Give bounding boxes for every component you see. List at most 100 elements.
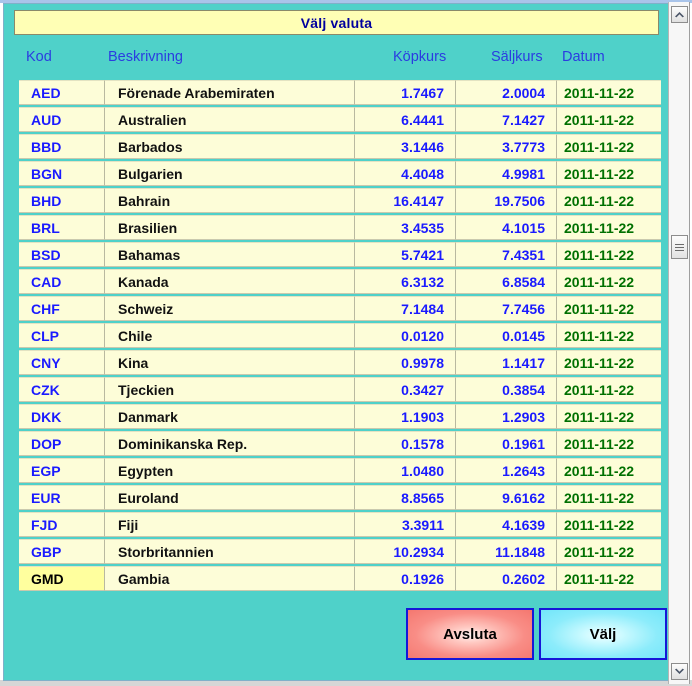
cell-sell-rate: 6.8584 xyxy=(455,269,556,294)
cell-sell-rate: 7.1427 xyxy=(455,107,556,132)
cell-sell-rate: 0.2602 xyxy=(455,566,556,591)
cell-buy-rate: 1.7467 xyxy=(354,80,455,105)
cell-buy-rate: 7.1484 xyxy=(354,296,455,321)
cell-currency-description: Chile xyxy=(104,323,354,348)
cell-currency-description: Kina xyxy=(104,350,354,375)
scrollbar-thumb[interactable] xyxy=(671,235,688,259)
cell-date: 2011-11-22 xyxy=(556,512,661,537)
cell-currency-code: GMD xyxy=(19,566,104,591)
cell-currency-code: BHD xyxy=(19,188,104,213)
select-currency-dialog: Välj valuta Kod Beskrivning Köpkurs Sälj… xyxy=(3,3,669,681)
table-row[interactable]: AUD Australien 6.4441 7.1427 2011-11-22 xyxy=(19,107,662,133)
column-header-sell-rate: Säljkurs xyxy=(491,49,543,65)
table-row[interactable]: EGP Egypten 1.0480 1.2643 2011-11-22 xyxy=(19,458,662,484)
select-button[interactable]: Välj xyxy=(539,608,667,660)
cell-buy-rate: 0.3427 xyxy=(354,377,455,402)
cell-sell-rate: 4.9981 xyxy=(455,161,556,186)
scroll-down-button[interactable] xyxy=(671,663,688,680)
cell-currency-code: AED xyxy=(19,80,104,105)
cell-date: 2011-11-22 xyxy=(556,188,661,213)
table-row[interactable]: DOP Dominikanska Rep. 0.1578 0.1961 2011-11-… xyxy=(19,431,662,457)
cell-date: 2011-11-22 xyxy=(556,350,661,375)
vertical-scrollbar[interactable] xyxy=(668,2,690,684)
cell-currency-code: DKK xyxy=(19,404,104,429)
table-row[interactable]: AED Förenade Arabemiraten 1.7467 2.0004 2011… xyxy=(19,80,662,106)
table-row[interactable]: FJD Fiji 3.3911 4.1639 2011-11-22 xyxy=(19,512,662,538)
cell-currency-code: CHF xyxy=(19,296,104,321)
cell-currency-code: CAD xyxy=(19,269,104,294)
table-row[interactable]: EUR Euroland 8.8565 9.6162 2011-11-22 xyxy=(19,485,662,511)
cell-date: 2011-11-22 xyxy=(556,377,661,402)
table-row[interactable]: GMD Gambia 0.1926 0.2602 2011-11-22 xyxy=(19,566,662,592)
cell-date: 2011-11-22 xyxy=(556,539,661,564)
table-row[interactable]: BSD Bahamas 5.7421 7.4351 2011-11-22 xyxy=(19,242,662,268)
cell-currency-description: Brasilien xyxy=(104,215,354,240)
cell-sell-rate: 3.7773 xyxy=(455,134,556,159)
cell-currency-code: CZK xyxy=(19,377,104,402)
dialog-button-bar: Avsluta Välj xyxy=(4,608,667,668)
cell-currency-description: Schweiz xyxy=(104,296,354,321)
scroll-up-button[interactable] xyxy=(671,6,688,23)
cell-currency-description: Barbados xyxy=(104,134,354,159)
cell-buy-rate: 10.2934 xyxy=(354,539,455,564)
cell-buy-rate: 16.4147 xyxy=(354,188,455,213)
dialog-titlebar: Välj valuta xyxy=(14,10,659,35)
cell-date: 2011-11-22 xyxy=(556,431,661,456)
cell-currency-description: Euroland xyxy=(104,485,354,510)
cell-currency-description: Bahamas xyxy=(104,242,354,267)
table-row[interactable]: GBP Storbritannien 10.2934 11.1848 2011-11-2… xyxy=(19,539,662,565)
cell-buy-rate: 0.0120 xyxy=(354,323,455,348)
table-row[interactable]: BGN Bulgarien 4.4048 4.9981 2011-11-22 xyxy=(19,161,662,187)
cell-currency-code: FJD xyxy=(19,512,104,537)
cell-date: 2011-11-22 xyxy=(556,323,661,348)
cell-currency-code: BGN xyxy=(19,161,104,186)
cell-currency-description: Tjeckien xyxy=(104,377,354,402)
cell-sell-rate: 1.2903 xyxy=(455,404,556,429)
cell-sell-rate: 0.1961 xyxy=(455,431,556,456)
cell-buy-rate: 0.9978 xyxy=(354,350,455,375)
cell-currency-description: Egypten xyxy=(104,458,354,483)
cell-buy-rate: 0.1578 xyxy=(354,431,455,456)
cell-buy-rate: 1.0480 xyxy=(354,458,455,483)
cell-buy-rate: 1.1903 xyxy=(354,404,455,429)
cell-buy-rate: 3.3911 xyxy=(354,512,455,537)
table-row[interactable]: CNY Kina 0.9978 1.1417 2011-11-22 xyxy=(19,350,662,376)
cell-sell-rate: 1.2643 xyxy=(455,458,556,483)
cell-currency-code: EUR xyxy=(19,485,104,510)
cell-sell-rate: 1.1417 xyxy=(455,350,556,375)
table-row[interactable]: BRL Brasilien 3.4535 4.1015 2011-11-22 xyxy=(19,215,662,241)
cell-currency-description: Fiji xyxy=(104,512,354,537)
cell-buy-rate: 4.4048 xyxy=(354,161,455,186)
cell-sell-rate: 2.0004 xyxy=(455,80,556,105)
cell-buy-rate: 6.4441 xyxy=(354,107,455,132)
cell-buy-rate: 6.3132 xyxy=(354,269,455,294)
cell-currency-description: Dominikanska Rep. xyxy=(104,431,354,456)
cell-buy-rate: 0.1926 xyxy=(354,566,455,591)
table-row[interactable]: DKK Danmark 1.1903 1.2903 2011-11-22 xyxy=(19,404,662,430)
cell-currency-code: BRL xyxy=(19,215,104,240)
cell-date: 2011-11-22 xyxy=(556,566,661,591)
cancel-button[interactable]: Avsluta xyxy=(406,608,534,660)
cell-currency-code: BBD xyxy=(19,134,104,159)
cell-sell-rate: 7.4351 xyxy=(455,242,556,267)
table-row[interactable]: CLP Chile 0.0120 0.0145 2011-11-22 xyxy=(19,323,662,349)
table-row[interactable]: CAD Kanada 6.3132 6.8584 2011-11-22 xyxy=(19,269,662,295)
table-row[interactable]: CZK Tjeckien 0.3427 0.3854 2011-11-22 xyxy=(19,377,662,403)
cell-date: 2011-11-22 xyxy=(556,404,661,429)
chevron-up-icon xyxy=(675,12,684,18)
cell-date: 2011-11-22 xyxy=(556,161,661,186)
cell-currency-description: Bahrain xyxy=(104,188,354,213)
cell-sell-rate: 0.0145 xyxy=(455,323,556,348)
table-row[interactable]: BHD Bahrain 16.4147 19.7506 2011-11-22 xyxy=(19,188,662,214)
table-row[interactable]: BBD Barbados 3.1446 3.7773 2011-11-22 xyxy=(19,134,662,160)
cell-currency-description: Bulgarien xyxy=(104,161,354,186)
table-row[interactable]: CHF Schweiz 7.1484 7.7456 2011-11-22 xyxy=(19,296,662,322)
cell-date: 2011-11-22 xyxy=(556,269,661,294)
cell-currency-code: DOP xyxy=(19,431,104,456)
cell-currency-description: Danmark xyxy=(104,404,354,429)
page-title: Välj valuta xyxy=(300,14,373,31)
cell-currency-description: Kanada xyxy=(104,269,354,294)
cell-date: 2011-11-22 xyxy=(556,296,661,321)
cell-buy-rate: 3.1446 xyxy=(354,134,455,159)
cell-currency-code: EGP xyxy=(19,458,104,483)
